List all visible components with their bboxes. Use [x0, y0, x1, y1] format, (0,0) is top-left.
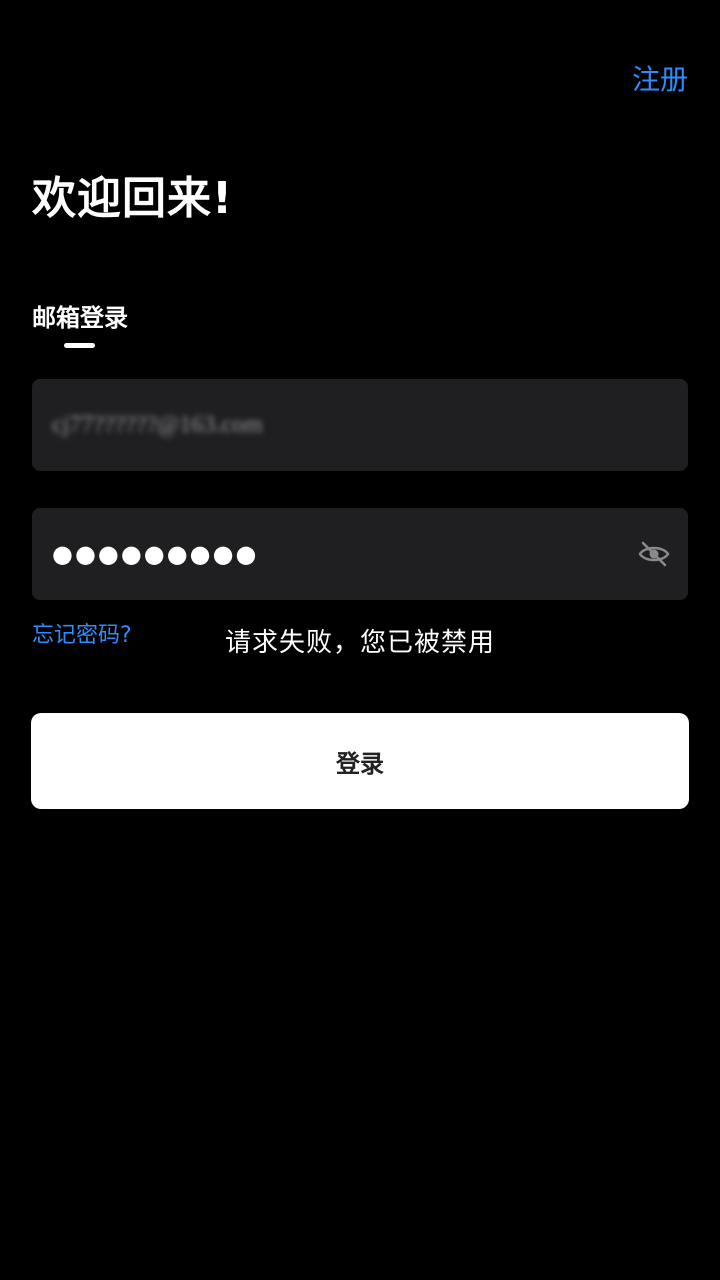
register-link[interactable]: 注册 — [632, 58, 688, 98]
error-toast: 请求失败，您已被禁用 — [224, 628, 495, 658]
password-input-value: ●●●●●●●●● — [52, 540, 259, 568]
tab-email-login[interactable]: 邮箱登录 — [32, 298, 128, 333]
email-input-value: cj77??????@163.com — [52, 411, 263, 438]
tab-active-indicator — [64, 343, 95, 348]
login-button[interactable]: 登录 — [31, 713, 689, 809]
page-title: 欢迎回来! — [32, 173, 234, 224]
eye-off-icon[interactable] — [638, 539, 670, 569]
email-input[interactable]: cj77??????@163.com — [32, 379, 688, 471]
password-input[interactable]: ●●●●●●●●● — [32, 508, 688, 600]
